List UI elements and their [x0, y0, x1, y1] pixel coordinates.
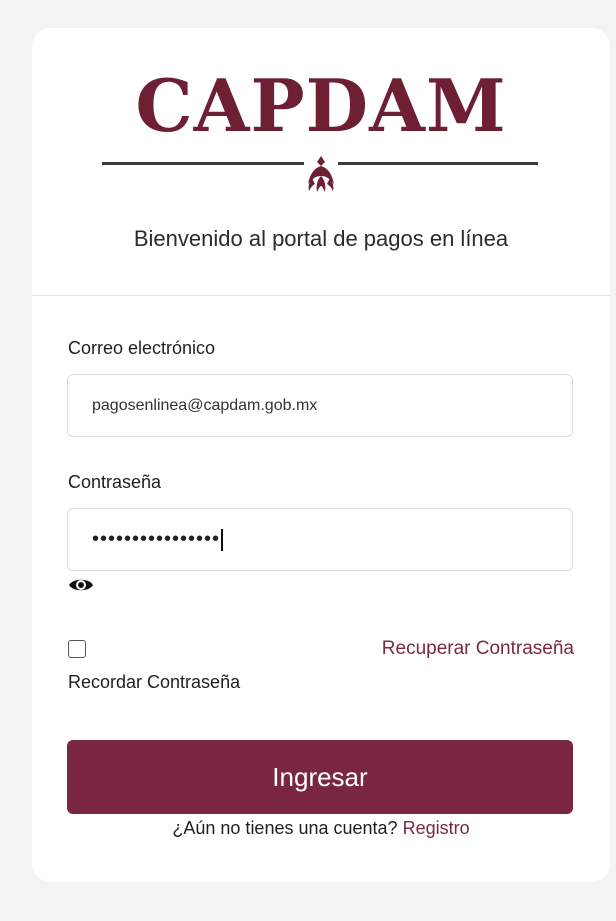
email-label: Correo electrónico [68, 338, 216, 358]
welcome-heading: Bienvenido al portal de pagos en línea [133, 226, 509, 251]
ornament-icon [304, 156, 338, 192]
password-field[interactable]: •••••••••••••••• [67, 508, 573, 571]
password-label: Contraseña [68, 472, 162, 492]
register-line: ¿Aún no tienes una cuenta? Registro [32, 818, 610, 839]
recover-password-link[interactable]: Recuperar Contraseña [382, 638, 574, 660]
card-header: CAPDAM Bienvenido al portal de pagos en … [32, 28, 610, 296]
login-card: CAPDAM Bienvenido al portal de pagos en … [32, 28, 610, 882]
register-prompt: ¿Aún no tienes una cuenta? [172, 818, 398, 838]
eye-icon[interactable] [68, 576, 94, 594]
remember-checkbox[interactable] [68, 640, 86, 658]
text-cursor [221, 528, 224, 551]
capdam-logo: CAPDAM [135, 63, 507, 148]
email-field[interactable] [67, 374, 573, 437]
register-link[interactable]: Registro [403, 818, 470, 838]
login-button[interactable]: Ingresar [67, 740, 573, 814]
remember-label: Recordar Contraseña [68, 672, 241, 692]
password-mask: •••••••••••••••• [92, 528, 221, 550]
